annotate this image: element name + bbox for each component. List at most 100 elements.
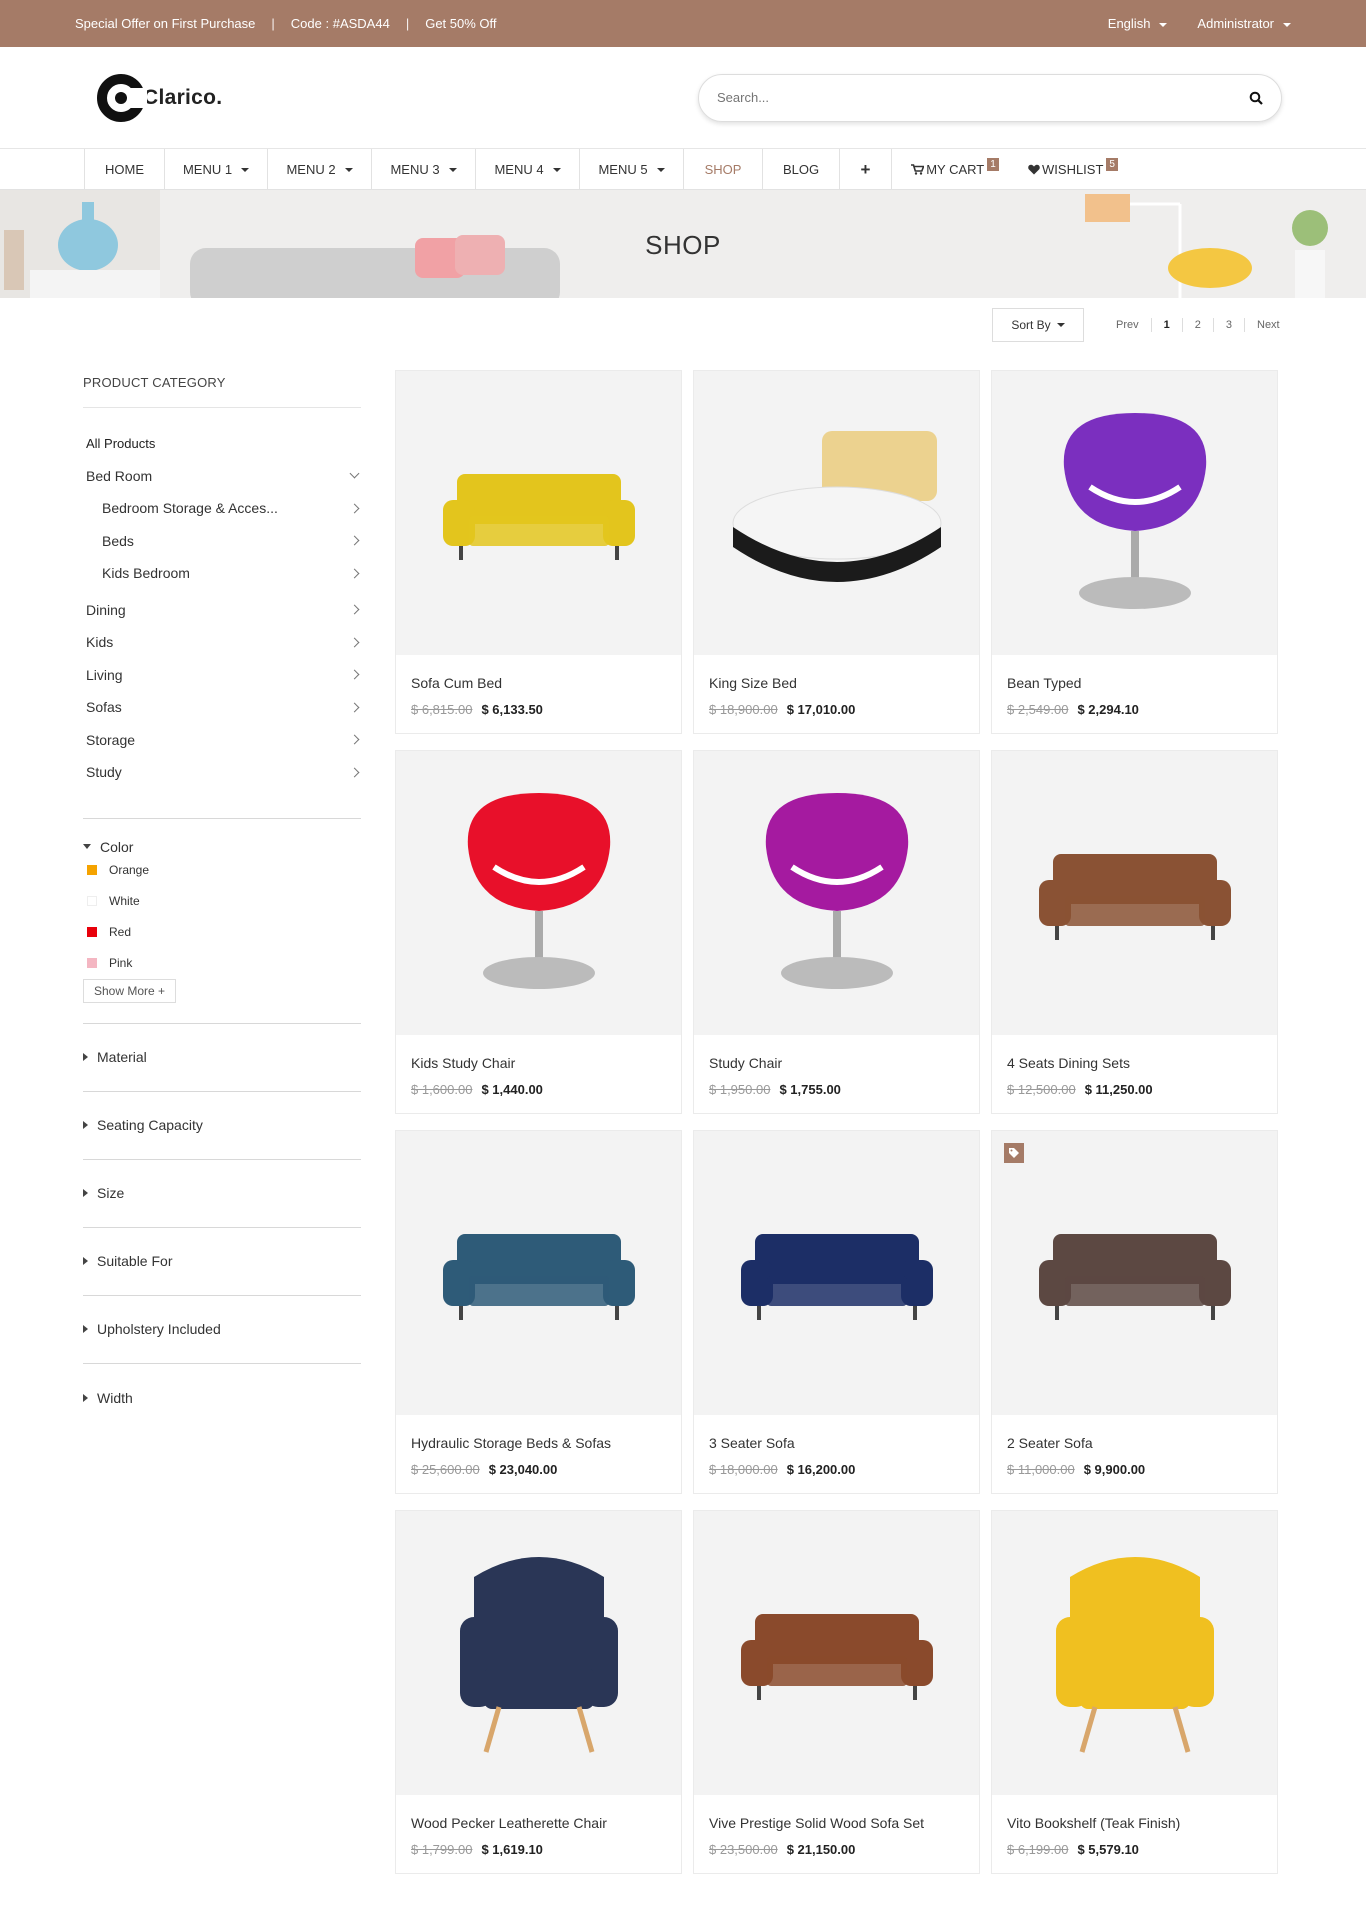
next-page-link[interactable]: Next: [1245, 318, 1292, 332]
product-image[interactable]: [992, 751, 1277, 1035]
category-label: Storage: [86, 731, 136, 748]
chevron-right-icon[interactable]: [349, 702, 360, 713]
product-name[interactable]: 2 Seater Sofa: [1007, 1435, 1262, 1451]
nav-blog[interactable]: BLOG: [762, 149, 839, 190]
product-name[interactable]: 4 Seats Dining Sets: [1007, 1055, 1262, 1071]
product-card[interactable]: Bean Typed $ 2,549.00 $ 2,294.10: [991, 370, 1278, 734]
product-name[interactable]: King Size Bed: [709, 675, 964, 691]
product-name[interactable]: Study Chair: [709, 1055, 964, 1071]
product-card[interactable]: Hydraulic Storage Beds & Sofas $ 25,600.0…: [395, 1130, 682, 1494]
original-price: $ 1,600.00: [411, 1082, 473, 1097]
product-card[interactable]: Wood Pecker Leatherette Chair $ 1,799.00 $…: [395, 1510, 682, 1874]
plus-icon: +: [860, 159, 871, 179]
page-link-2[interactable]: 2: [1183, 318, 1214, 332]
page-link-3[interactable]: 3: [1214, 318, 1245, 332]
product-image[interactable]: [396, 371, 681, 655]
language-dropdown[interactable]: English: [1108, 16, 1168, 31]
sort-by-dropdown[interactable]: Sort By: [992, 308, 1084, 342]
product-image[interactable]: [694, 371, 979, 655]
product-image[interactable]: [694, 751, 979, 1035]
product-card[interactable]: 2 Seater Sofa $ 11,000.00 $ 9,900.00: [991, 1130, 1278, 1494]
filter-suitable-for[interactable]: Suitable For: [83, 1228, 361, 1296]
logo[interactable]: Clarico.: [95, 72, 222, 124]
product-image[interactable]: [396, 1511, 681, 1795]
product-name[interactable]: Sofa Cum Bed: [411, 675, 666, 691]
category-bed-room[interactable]: Bed Room: [83, 460, 361, 493]
product-prices: $ 23,500.00 $ 21,150.00: [709, 1842, 964, 1857]
product-image[interactable]: [694, 1131, 979, 1415]
chevron-right-icon[interactable]: [349, 535, 360, 546]
chevron-right-icon[interactable]: [349, 669, 360, 680]
category-storage[interactable]: Storage: [83, 724, 361, 757]
filter-seating-capacity[interactable]: Seating Capacity: [83, 1092, 361, 1160]
sale-price: $ 1,440.00: [481, 1082, 543, 1097]
chevron-down-icon[interactable]: [349, 468, 360, 479]
product-image[interactable]: [992, 1131, 1277, 1415]
color-option-white[interactable]: White: [83, 886, 361, 917]
nav-shop[interactable]: SHOP: [683, 149, 762, 190]
category-kids[interactable]: Kids: [83, 626, 361, 659]
product-name[interactable]: Kids Study Chair: [411, 1055, 666, 1071]
category-dining[interactable]: Dining: [83, 594, 361, 627]
filter-width[interactable]: Width: [83, 1364, 361, 1432]
nav-wishlist[interactable]: WISHLIST 5: [1018, 149, 1128, 190]
sale-price: $ 11,250.00: [1084, 1082, 1153, 1097]
product-image[interactable]: [396, 1131, 681, 1415]
filter-upholstery-included[interactable]: Upholstery Included: [83, 1296, 361, 1364]
product-info: Wood Pecker Leatherette Chair $ 1,799.00 $…: [396, 1795, 681, 1857]
product-card[interactable]: 3 Seater Sofa $ 18,000.00 $ 16,200.00: [693, 1130, 980, 1494]
category-living[interactable]: Living: [83, 659, 361, 692]
product-card[interactable]: 4 Seats Dining Sets $ 12,500.00 $ 11,250.0…: [991, 750, 1278, 1114]
product-card[interactable]: King Size Bed $ 18,900.00 $ 17,010.00: [693, 370, 980, 734]
filter-size[interactable]: Size: [83, 1160, 361, 1228]
nav-menu-4[interactable]: MENU 4: [475, 149, 579, 190]
chevron-right-icon[interactable]: [349, 734, 360, 745]
category-beds[interactable]: Beds: [83, 525, 361, 558]
category-bedroom-storage[interactable]: Bedroom Storage & Acces...: [83, 492, 361, 525]
caret-right-icon: [83, 1257, 88, 1265]
product-image[interactable]: [992, 371, 1277, 655]
product-card[interactable]: Vito Bookshelf (Teak Finish) $ 6,199.00 $ …: [991, 1510, 1278, 1874]
product-name[interactable]: Vive Prestige Solid Wood Sofa Set: [709, 1815, 964, 1831]
product-name[interactable]: 3 Seater Sofa: [709, 1435, 964, 1451]
nav-menu-3[interactable]: MENU 3: [371, 149, 475, 190]
product-name[interactable]: Vito Bookshelf (Teak Finish): [1007, 1815, 1262, 1831]
product-card[interactable]: Study Chair $ 1,950.00 $ 1,755.00: [693, 750, 980, 1114]
page-link-1[interactable]: 1: [1152, 318, 1183, 332]
filter-material[interactable]: Material: [83, 1024, 361, 1092]
product-card[interactable]: Vive Prestige Solid Wood Sofa Set $ 23,50…: [693, 1510, 980, 1874]
category-label: Kids Bedroom: [102, 565, 190, 582]
nav-menu-1[interactable]: MENU 1: [164, 149, 267, 190]
chevron-right-icon[interactable]: [349, 767, 360, 778]
nav-cart[interactable]: MY CART 1: [891, 149, 1018, 190]
search-input[interactable]: [717, 90, 1197, 105]
product-name[interactable]: Bean Typed: [1007, 675, 1262, 691]
chevron-right-icon[interactable]: [349, 637, 360, 648]
product-image[interactable]: [396, 751, 681, 1035]
product-image[interactable]: [694, 1511, 979, 1795]
chevron-right-icon[interactable]: [349, 604, 360, 615]
category-all-products[interactable]: All Products: [83, 427, 361, 460]
account-dropdown[interactable]: Administrator: [1197, 16, 1291, 31]
category-sofas[interactable]: Sofas: [83, 691, 361, 724]
category-kids-bedroom[interactable]: Kids Bedroom: [83, 557, 361, 590]
prev-page-link[interactable]: Prev: [1104, 318, 1152, 332]
nav-menu-2[interactable]: MENU 2: [267, 149, 371, 190]
product-image[interactable]: [992, 1511, 1277, 1795]
product-card[interactable]: Sofa Cum Bed $ 6,815.00 $ 6,133.50: [395, 370, 682, 734]
chevron-right-icon[interactable]: [349, 503, 360, 514]
color-filter-toggle[interactable]: Color: [83, 839, 361, 855]
search-icon[interactable]: [1249, 91, 1263, 105]
nav-menu-5[interactable]: MENU 5: [579, 149, 683, 190]
chevron-right-icon[interactable]: [349, 568, 360, 579]
product-name[interactable]: Hydraulic Storage Beds & Sofas: [411, 1435, 666, 1451]
color-option-red[interactable]: Red: [83, 917, 361, 948]
color-option-pink[interactable]: Pink: [83, 948, 361, 979]
color-option-orange[interactable]: Orange: [83, 855, 361, 886]
category-study[interactable]: Study: [83, 756, 361, 789]
product-name[interactable]: Wood Pecker Leatherette Chair: [411, 1815, 666, 1831]
show-more-button[interactable]: Show More +: [83, 978, 177, 1003]
nav-home[interactable]: HOME: [84, 149, 164, 190]
nav-more[interactable]: +: [839, 149, 891, 190]
product-card[interactable]: Kids Study Chair $ 1,600.00 $ 1,440.00: [395, 750, 682, 1114]
